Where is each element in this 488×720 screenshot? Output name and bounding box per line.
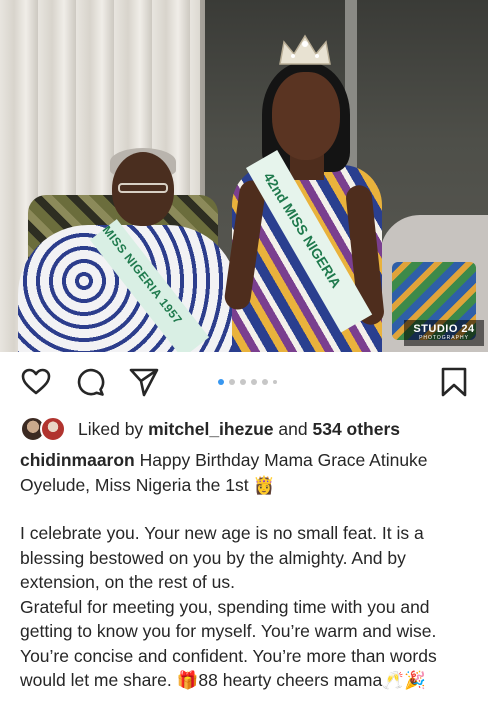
likes-others[interactable]: 534 others <box>312 419 400 439</box>
like-button[interactable] <box>20 366 52 398</box>
carousel-dot <box>218 379 224 385</box>
likes-prefix: Liked by <box>78 418 144 439</box>
glasses <box>118 183 168 193</box>
post-photo[interactable]: MISS NIGERIA 1957 42nd MISS NIGERIA STUD… <box>0 0 488 352</box>
comment-icon <box>77 368 105 396</box>
studio-watermark: STUDIO 24 PHOTOGRAPHY <box>404 320 484 346</box>
caption-paragraph-2: I celebrate you. Your new age is no smal… <box>20 523 424 592</box>
caption-line1: chidinmaaron Happy Birthday Mama Grace A… <box>20 448 478 497</box>
bookmark-icon <box>441 367 467 397</box>
carousel-dot <box>273 380 277 384</box>
crown-icon <box>279 34 331 65</box>
carousel-dot <box>251 379 257 385</box>
carousel-dot <box>262 379 268 385</box>
liker-username[interactable]: mitchel_ihezue <box>148 419 273 439</box>
caption-username[interactable]: chidinmaaron <box>20 450 135 470</box>
share-button[interactable] <box>128 366 160 398</box>
studio-name: STUDIO 24 <box>413 323 475 335</box>
caption: chidinmaaron Happy Birthday Mama Grace A… <box>20 448 478 693</box>
liker-avatars <box>20 414 70 444</box>
caption-paragraph-3: Grateful for meeting you, spending time … <box>20 596 437 691</box>
likes-connector: and <box>278 418 308 439</box>
young-woman-face <box>272 72 340 160</box>
carousel-dot <box>229 379 235 385</box>
save-button[interactable] <box>438 366 470 398</box>
studio-sub: PHOTOGRAPHY <box>419 335 469 341</box>
avatar <box>40 416 66 442</box>
likes-text: Liked by mitchel_ihezue and 534 others <box>78 419 400 440</box>
carousel-indicator <box>218 378 277 386</box>
heart-icon <box>21 368 51 395</box>
action-bar <box>0 352 488 412</box>
share-icon <box>129 368 159 397</box>
likes-row[interactable]: Liked by mitchel_ihezue and 534 others <box>20 412 400 446</box>
carousel-dot <box>240 379 246 385</box>
comment-button[interactable] <box>74 366 106 398</box>
